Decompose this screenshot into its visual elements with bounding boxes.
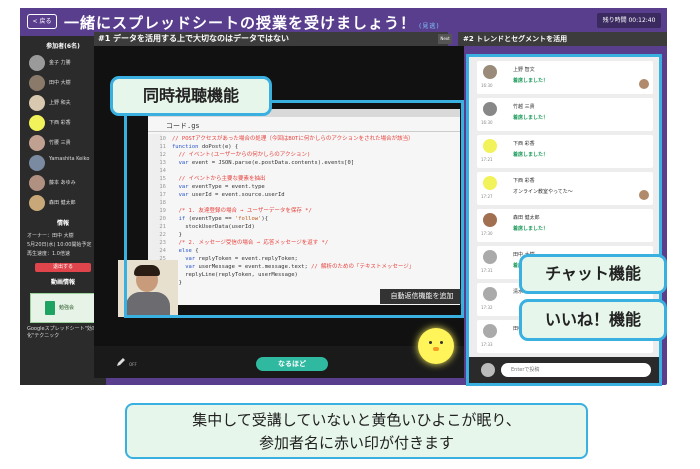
avatar: [29, 75, 45, 91]
message-time: 17:31: [481, 268, 493, 273]
caption-box: 集中して受講していないと黄色いひよこが眠り、 参加者名に赤い印が付きます: [125, 403, 588, 459]
avatar: [483, 176, 497, 190]
reactor-avatar-icon: [639, 79, 649, 89]
message-text: 着席しました！: [513, 226, 549, 232]
chat-input-bar: [469, 357, 659, 383]
reactor-avatar-icon: [639, 190, 649, 200]
chat-message[interactable]: 17:21 下西 彩香着席しました！: [477, 135, 653, 168]
avatar: [483, 250, 497, 264]
current-lesson-tab[interactable]: #1 データを活用する上で大切なのはデータではない: [94, 32, 448, 46]
video-thumbnail[interactable]: 勉強会: [30, 293, 96, 323]
caption-line-2: 参加者名に赤い印が付きます: [258, 434, 454, 452]
message-text: オンライン教室やってた〜: [513, 189, 573, 195]
avatar: [483, 139, 497, 153]
message-time: 17:27: [481, 194, 493, 199]
callout-sync-viewing: 同時視聴機能: [110, 76, 272, 116]
chat-message[interactable]: 16:30 上野 智文着席しました！: [477, 61, 653, 94]
chat-message[interactable]: 16:30 竹越 三貴着席しました！: [477, 98, 653, 131]
message-time: 16:30: [481, 120, 493, 125]
info-speed: 再生速度：1.0倍速: [27, 251, 70, 257]
participant-name: 田中 大樹: [49, 80, 71, 86]
remaining-time: 残り時間 00:12:40: [597, 13, 661, 28]
info-start: 5月20日(水) 10:00開始予定: [27, 242, 92, 248]
exit-button[interactable]: 退出する: [35, 263, 91, 272]
chick-beak: [433, 347, 439, 351]
avatar: [29, 115, 45, 131]
callout-chat: チャット機能: [519, 254, 667, 294]
message-author: 下西 彩香: [513, 141, 535, 147]
participant-name: 上野 和夫: [49, 100, 71, 106]
participant-name: 竹腰 三貴: [49, 140, 71, 146]
message-author: 森田 健太郎: [513, 215, 540, 221]
my-avatar: [481, 363, 495, 377]
avatar: [29, 55, 45, 71]
avatar: [29, 195, 45, 211]
message-author: 下西 彩香: [513, 178, 535, 184]
callout-like: いいね！機能: [519, 299, 667, 341]
back-button[interactable]: < 戻る: [27, 14, 57, 29]
message-author: 竹越 三貴: [513, 104, 535, 110]
message-text: 着席しました！: [513, 115, 549, 121]
chat-input[interactable]: [501, 363, 651, 377]
message-time: 17:33: [481, 342, 493, 347]
chick-eye-left: [429, 341, 432, 344]
message-time: 17:30: [481, 231, 493, 236]
message-time: 16:30: [481, 83, 493, 88]
participant-name: 金子 力勝: [49, 60, 71, 66]
chat-message[interactable]: 17:27 下西 彩香オンライン教室やってた〜: [477, 172, 653, 205]
naruhodo-button[interactable]: なるほど: [256, 357, 328, 371]
participant-name: 森田 健太郎: [49, 200, 76, 206]
message-time: 17:32: [481, 305, 493, 310]
participant-name: 藤本 あゆみ: [49, 180, 76, 186]
avatar: [483, 65, 497, 79]
pen-icon[interactable]: [116, 357, 126, 367]
page-title: 一緒にスプレッドシートの授業を受けましょう！ (見逃): [64, 12, 440, 33]
avatar: [483, 213, 497, 227]
message-text: 着席しました！: [513, 152, 549, 158]
avatar: [29, 95, 45, 111]
avatar: [29, 175, 45, 191]
participant-name: 下西 彩香: [49, 120, 71, 126]
avatar: [483, 102, 497, 116]
sync-highlight-frame: [124, 100, 464, 318]
chick-eye-right: [440, 341, 443, 344]
message-text: 着席しました！: [513, 78, 549, 84]
avatar: [29, 135, 45, 151]
avatar: [29, 155, 45, 171]
next-lesson-tab[interactable]: #2 トレンドとセグメントを活用: [458, 32, 667, 46]
chick-icon: [418, 328, 454, 364]
avatar: [483, 287, 497, 301]
message-time: 17:21: [481, 157, 493, 162]
chat-message[interactable]: 17:30 森田 健太郎着席しました！: [477, 209, 653, 242]
page-title-text: 一緒にスプレッドシートの授業を受けましょう！: [64, 14, 417, 32]
pen-off-label: OFF: [129, 362, 137, 367]
sheets-icon: [45, 301, 55, 315]
participant-name: Yamashita Keiko: [49, 156, 90, 162]
message-author: 上野 智文: [513, 67, 535, 73]
caption-line-1: 集中して受講していないと黄色いひよこが眠り、: [192, 411, 521, 429]
avatar: [483, 324, 497, 338]
title-tag: (見逃): [419, 23, 440, 30]
video-thumbnail-text: 勉強会: [59, 305, 75, 311]
info-owner: オーナー：田中 大樹: [27, 233, 74, 239]
next-label: Next: [438, 34, 452, 44]
